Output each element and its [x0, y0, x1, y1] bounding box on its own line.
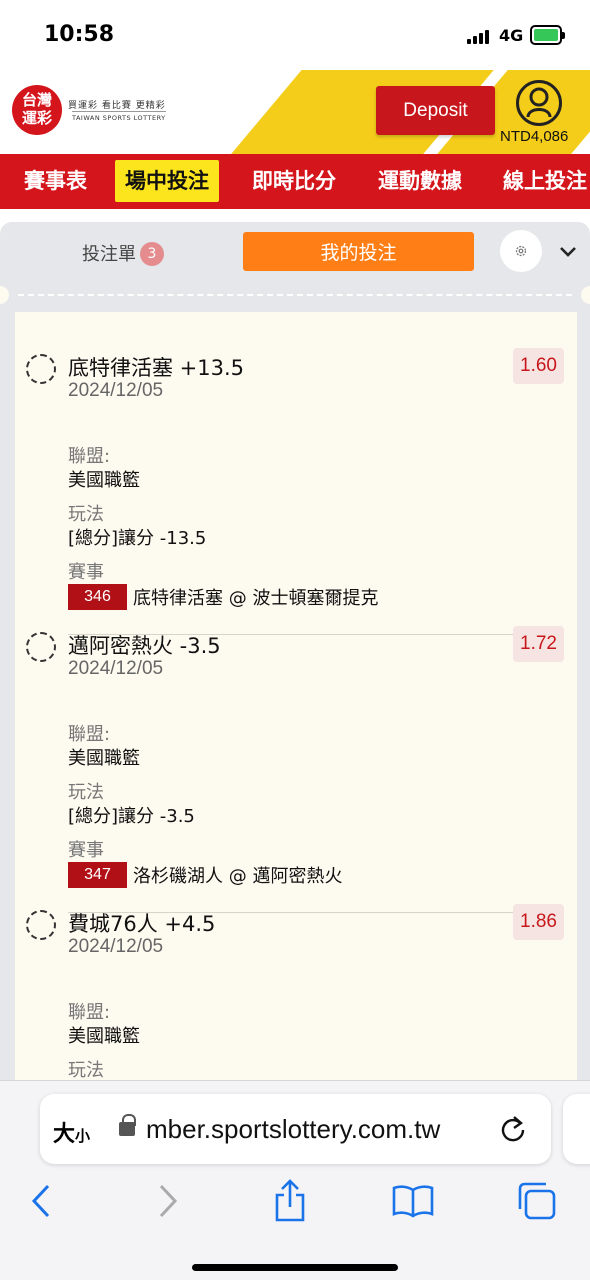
user-icon	[526, 87, 552, 118]
bet-odds: 1.60	[513, 348, 564, 384]
match-label: 賽事	[68, 840, 104, 861]
reload-icon[interactable]	[498, 1114, 528, 1144]
bet-type-label: 玩法	[68, 782, 104, 803]
league-label: 聯盟:	[68, 724, 111, 745]
tabs-button[interactable]	[515, 1179, 559, 1223]
bet-selection: 邁阿密熱火 -3.5	[68, 634, 221, 658]
nav-item-online-betting[interactable]: 線上投注	[503, 160, 587, 202]
status-bar: 10:58 4G	[0, 0, 590, 70]
site-header: 台灣 運彩 買運彩 看比賽 更精彩 TAIWAN SPORTS LOTTERY …	[0, 70, 590, 154]
chevron-down-icon[interactable]	[557, 240, 579, 262]
logo-text-line1: 台灣	[21, 91, 52, 109]
lock-icon	[119, 1114, 136, 1136]
match-number-badge: 347	[68, 862, 127, 888]
share-button[interactable]	[268, 1179, 312, 1223]
forward-button[interactable]	[146, 1179, 190, 1223]
perforation-divider	[0, 286, 590, 304]
status-time: 10:58	[44, 22, 115, 47]
bet-type-label: 玩法	[68, 1060, 104, 1081]
bet-slip-count-badge: 3	[140, 242, 164, 266]
bet-slip-panel: 投注單 3 我的投注 底特律活塞 +13.5 2024/12/05 1.60 聯…	[0, 222, 590, 1112]
bet-type-label: 玩法	[68, 504, 104, 525]
gear-icon	[515, 245, 527, 257]
next-tab-preview[interactable]	[563, 1094, 590, 1164]
bookmarks-button[interactable]	[391, 1179, 435, 1223]
home-indicator	[192, 1264, 398, 1271]
bet-item: 費城76人 +4.5 2024/12/05 1.86 聯盟: 美國職籃 玩法 […	[15, 894, 577, 1105]
back-button[interactable]	[19, 1179, 63, 1223]
back-icon	[31, 1184, 50, 1218]
bet-item: 邁阿密熱火 -3.5 2024/12/05 1.72 聯盟: 美國職籃 玩法 […	[15, 616, 577, 913]
bet-odds: 1.72	[513, 626, 564, 662]
main-nav: 賽事表 場中投注 即時比分 運動數據 線上投注	[0, 154, 590, 209]
nav-item-live-betting[interactable]: 場中投注	[115, 160, 219, 202]
match-number-badge: 346	[68, 584, 127, 610]
bet-type-value: [總分]讓分 -3.5	[68, 806, 195, 827]
tab-bet-slip-label: 投注單	[82, 244, 136, 265]
league-value: 美國職籃	[68, 748, 140, 769]
bet-date: 2024/12/05	[68, 380, 164, 401]
text-size-large-label: 大	[53, 1122, 76, 1147]
tabs-icon	[518, 1182, 556, 1220]
logo-text-line2: 運彩	[21, 109, 52, 127]
bet-selection: 費城76人 +4.5	[68, 912, 216, 936]
url-text: mber.sportslottery.com.tw	[146, 1114, 441, 1144]
league-value: 美國職籃	[68, 470, 140, 491]
app-screen: 10:58 4G 台灣 運彩 買運彩 看比賽 更精彩 TAIWAN SPORTS…	[0, 0, 590, 1280]
network-label: 4G	[499, 26, 524, 45]
browser-toolbar: 大小 mber.sportslottery.com.tw	[0, 1080, 590, 1280]
match-name: 洛杉磯湖人 @ 邁阿密熱火	[133, 866, 343, 887]
bet-selection: 底特律活塞 +13.5	[68, 356, 245, 380]
tab-my-bets[interactable]: 我的投注	[243, 232, 474, 271]
text-size-small-label: 小	[75, 1127, 91, 1145]
deposit-button[interactable]: Deposit	[376, 86, 495, 135]
text-size-button[interactable]: 大小	[53, 1116, 90, 1148]
address-bar[interactable]: 大小 mber.sportslottery.com.tw	[40, 1094, 551, 1164]
bet-type-value: [總分]讓分 -13.5	[68, 528, 207, 549]
bet-list: 底特律活塞 +13.5 2024/12/05 1.60 聯盟: 美國職籃 玩法 …	[15, 312, 577, 1112]
tab-bet-slip[interactable]: 投注單 3	[82, 240, 164, 266]
nav-item-live-scores[interactable]: 即時比分	[252, 160, 336, 202]
nav-item-sports-data[interactable]: 運動數據	[378, 160, 462, 202]
forward-icon	[159, 1184, 178, 1218]
bet-date: 2024/12/05	[68, 936, 164, 957]
logo-slogan: 買運彩 看比賽 更精彩	[68, 101, 166, 111]
match-info: 346 底特律活塞 @ 波士頓塞爾提克	[68, 584, 378, 610]
match-name: 底特律活塞 @ 波士頓塞爾提克	[133, 588, 379, 609]
bet-date: 2024/12/05	[68, 658, 164, 679]
match-info: 347 洛杉磯湖人 @ 邁阿密熱火	[68, 862, 342, 888]
select-bet-checkbox[interactable]	[26, 632, 56, 662]
match-label: 賽事	[68, 562, 104, 583]
battery-icon	[530, 25, 565, 45]
nav-item-schedule[interactable]: 賽事表	[24, 160, 87, 202]
bet-odds: 1.86	[513, 904, 564, 940]
bet-item: 底特律活塞 +13.5 2024/12/05 1.60 聯盟: 美國職籃 玩法 …	[15, 338, 577, 635]
signal-icon	[467, 30, 493, 44]
bookmarks-icon	[392, 1185, 434, 1218]
logo-english: TAIWAN SPORTS LOTTERY	[72, 111, 166, 122]
league-value: 美國職籃	[68, 1026, 140, 1047]
league-label: 聯盟:	[68, 1002, 111, 1023]
settings-button[interactable]	[500, 230, 542, 272]
share-icon	[275, 1179, 305, 1222]
select-bet-checkbox[interactable]	[26, 910, 56, 940]
account-button[interactable]	[516, 80, 562, 126]
league-label: 聯盟:	[68, 446, 111, 467]
bet-slip-header: 投注單 3 我的投注	[0, 222, 590, 290]
select-bet-checkbox[interactable]	[26, 354, 56, 384]
account-balance: NTD4,086	[500, 128, 569, 145]
logo[interactable]: 台灣 運彩	[12, 85, 62, 135]
